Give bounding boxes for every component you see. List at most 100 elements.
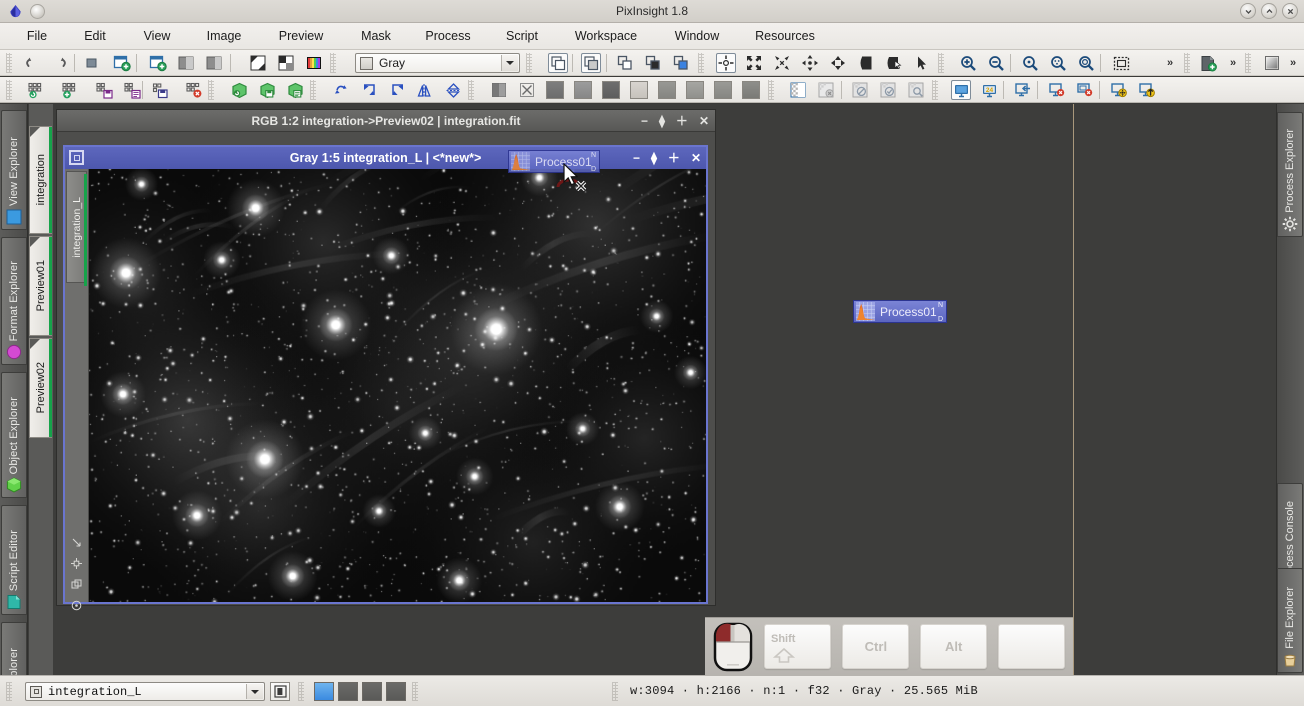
mask-invert-icon[interactable] — [671, 53, 691, 73]
gradient-swatch-icon[interactable] — [1262, 53, 1282, 73]
select-preview-icon[interactable] — [884, 53, 904, 73]
sidebar-view-tab-integration-l[interactable]: integration_L — [66, 171, 87, 286]
pan-icon[interactable] — [800, 53, 820, 73]
left-tab-script-editor[interactable]: Script Editor — [1, 505, 27, 615]
menu-workspace[interactable]: Workspace — [568, 23, 644, 50]
chevron-down-icon[interactable] — [246, 684, 263, 699]
gray-window-titlebar[interactable]: Gray 1:5 integration_L | <*new*> − ⧫ ＋ ✕ — [65, 147, 706, 169]
new-project-icon[interactable] — [1198, 53, 1218, 73]
process-delete-icon[interactable] — [184, 80, 204, 100]
menu-mask[interactable]: Mask — [358, 23, 394, 50]
alt-key[interactable]: Alt — [920, 624, 988, 669]
process-list-icon[interactable] — [122, 80, 142, 100]
toolbar-grip[interactable] — [310, 80, 316, 100]
menu-window[interactable]: Window — [669, 23, 725, 50]
swatch-4[interactable] — [386, 682, 406, 701]
process-icon-dragging[interactable]: Process01 N D — [508, 150, 600, 173]
toolbar-grip[interactable] — [468, 80, 474, 100]
screen-warn-icon[interactable] — [1109, 80, 1129, 100]
statusbar-grip[interactable] — [6, 682, 12, 701]
menu-view[interactable]: View — [138, 23, 176, 50]
swatch-2[interactable] — [338, 682, 358, 701]
redo-icon[interactable] — [50, 53, 70, 73]
window-menu-icon[interactable] — [69, 150, 84, 165]
right-tab-file-explorer[interactable]: File Explorer — [1277, 568, 1303, 673]
toolbar-grip[interactable] — [1245, 53, 1251, 73]
swatch-c-icon[interactable] — [602, 81, 620, 99]
preview-split-icon[interactable] — [204, 53, 224, 73]
rotate-90-ccw-icon[interactable] — [359, 80, 379, 100]
histogram-icon[interactable] — [276, 53, 296, 73]
process-run-icon[interactable] — [26, 80, 46, 100]
rgb-window-titlebar[interactable]: RGB 1:2 integration->Preview02 | integra… — [57, 110, 715, 132]
pointer-move-icon[interactable] — [716, 53, 736, 73]
move-all-icon[interactable] — [828, 53, 848, 73]
process-container-save-icon[interactable] — [150, 80, 170, 100]
process-icon-process01[interactable]: Process01 N D — [853, 300, 947, 323]
rotate-icon[interactable] — [331, 80, 351, 100]
color-palette-icon[interactable] — [304, 53, 324, 73]
new-image-window-icon[interactable] — [112, 53, 132, 73]
rgb-shade-button[interactable]: ⧫ — [659, 115, 665, 127]
crosshair-icon[interactable] — [70, 557, 83, 570]
arrow-cursor-icon[interactable] — [912, 53, 932, 73]
chevron-down-icon[interactable] — [501, 55, 518, 71]
view-tab-preview02[interactable]: Preview02 — [29, 338, 52, 438]
gray-swatch-icon[interactable] — [489, 80, 509, 100]
screen-export-icon[interactable] — [1137, 80, 1157, 100]
swatch-g-icon[interactable] — [714, 81, 732, 99]
duplicate-view-icon[interactable] — [148, 53, 168, 73]
more-chevron-1-icon[interactable]: » — [1163, 53, 1177, 73]
transparency-icon[interactable] — [788, 80, 808, 100]
swatch-d-icon[interactable] — [630, 81, 648, 99]
shift-key[interactable]: Shift — [764, 624, 832, 669]
toolbar-grip[interactable] — [1184, 53, 1190, 73]
swatch-a-icon[interactable] — [546, 81, 564, 99]
more-chevron-3-icon[interactable]: » — [1286, 53, 1300, 73]
toolbar-grip[interactable] — [938, 53, 944, 73]
24bit-screen-icon[interactable]: 24 — [979, 80, 999, 100]
menu-resources[interactable]: Resources — [750, 23, 820, 50]
mask-inspect-icon[interactable] — [906, 80, 926, 100]
view-selector-combo[interactable]: Gray — [355, 53, 520, 73]
object-edit-icon[interactable] — [285, 80, 305, 100]
menu-preview[interactable]: Preview — [272, 23, 330, 50]
screen-import-icon[interactable] — [1013, 80, 1033, 100]
close-button[interactable] — [1282, 3, 1298, 19]
toolbar-grip[interactable] — [6, 80, 12, 100]
undo-icon[interactable] — [22, 53, 42, 73]
toolbar-grip[interactable] — [698, 53, 704, 73]
swatch-b-icon[interactable] — [574, 81, 592, 99]
zoom-fit-icon[interactable] — [744, 53, 764, 73]
stf-alt-icon[interactable] — [581, 53, 601, 73]
swatch-3[interactable] — [362, 682, 382, 701]
view-tab-integration[interactable]: integration — [29, 126, 52, 234]
blank-key[interactable] — [998, 624, 1065, 669]
no-mask-icon[interactable] — [517, 80, 537, 100]
zoom-fit-window-icon[interactable] — [1048, 53, 1068, 73]
zoom-contract-icon[interactable] — [772, 53, 792, 73]
screen-close-icon[interactable] — [1047, 80, 1067, 100]
rgb-close-button[interactable]: ✕ — [699, 115, 709, 127]
menu-image[interactable]: Image — [203, 23, 245, 50]
swatch-f-icon[interactable] — [686, 81, 704, 99]
gray-shade-button[interactable]: ⧫ — [651, 152, 657, 164]
zoom-in-icon[interactable] — [958, 53, 978, 73]
screen-transfer-function-icon[interactable] — [548, 53, 568, 73]
ctrl-key[interactable]: Ctrl — [842, 624, 910, 669]
active-view-selector[interactable]: integration_L — [25, 682, 265, 701]
statusbar-grip[interactable] — [412, 682, 418, 701]
gray-maximize-button[interactable]: ＋ — [668, 152, 680, 164]
mask-show-icon[interactable] — [615, 53, 635, 73]
statistics-icon[interactable] — [248, 53, 268, 73]
duplicate-icon[interactable] — [70, 578, 83, 591]
toolbar-grip[interactable] — [768, 80, 774, 100]
target-icon[interactable] — [70, 599, 83, 612]
transparency-off-icon[interactable] — [816, 80, 836, 100]
statusbar-grip[interactable] — [612, 682, 618, 701]
rotate-90-cw-icon[interactable] — [387, 80, 407, 100]
image-canvas[interactable] — [89, 169, 706, 602]
more-chevron-2-icon[interactable]: » — [1226, 53, 1240, 73]
menu-file[interactable]: File — [20, 23, 54, 50]
preview-toggle-icon[interactable] — [270, 682, 290, 701]
